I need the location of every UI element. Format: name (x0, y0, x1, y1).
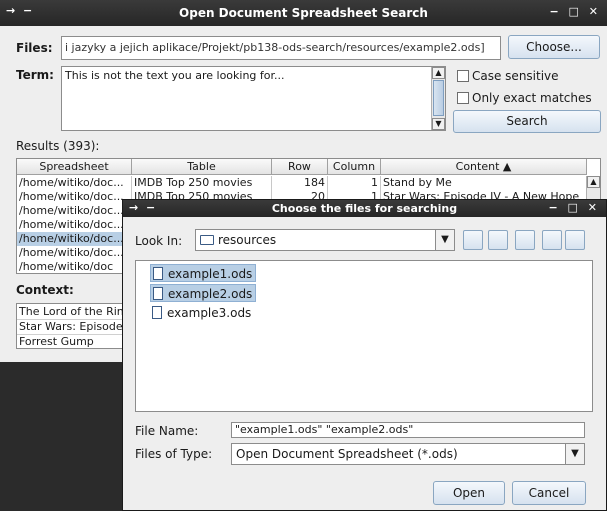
main-titlebar: → − Open Document Spreadsheet Search − □… (0, 0, 607, 26)
results-label: Results (393): (16, 139, 100, 153)
cell-column: 1 (328, 176, 381, 190)
list-item[interactable]: Star Wars: Episode (17, 320, 125, 335)
files-of-type-value: Open Document Spreadsheet (*.ods) (236, 447, 458, 461)
cell-spreadsheet: /home/witiko/doc... (17, 218, 132, 232)
look-in-combo[interactable]: resources ▼ (195, 229, 455, 251)
choose-button[interactable]: Choose... (508, 35, 600, 59)
cell-spreadsheet: /home/witiko/doc (17, 260, 132, 273)
files-field-value: i jazyky a jejich aplikace/Projekt/pb138… (65, 41, 485, 54)
open-button[interactable]: Open (433, 481, 505, 505)
context-text: Forrest Gump (19, 335, 94, 348)
term-label: Term: (16, 68, 54, 82)
term-value: This is not the text you are looking for… (65, 69, 285, 82)
term-scrollbar[interactable]: ▲ ▼ (431, 67, 445, 130)
file-name: example2.ods (168, 287, 253, 301)
cell-spreadsheet: /home/witiko/doc... (17, 204, 132, 218)
file-icon (152, 306, 162, 319)
file-item-example1[interactable]: example1.ods (150, 264, 257, 282)
look-in-value: resources (218, 233, 277, 247)
column-header-spreadsheet[interactable]: Spreadsheet (17, 159, 132, 175)
case-sensitive-checkbox[interactable] (457, 70, 469, 82)
file-chooser-dialog: → − Choose the files for searching − □ ✕… (122, 199, 607, 511)
files-of-type-label: Files of Type: (135, 447, 213, 461)
file-item-example2[interactable]: example2.ods (150, 284, 257, 302)
scroll-down-icon[interactable]: ▼ (432, 118, 445, 130)
files-of-type-select[interactable]: Open Document Spreadsheet (*.ods) ▼ (231, 443, 585, 465)
cell-spreadsheet: /home/witiko/doc... (17, 176, 132, 190)
term-scroll-thumb[interactable] (433, 80, 444, 116)
column-header-table[interactable]: Table (132, 159, 272, 175)
cell-table: IMDB Top 250 movies (132, 176, 272, 190)
file-name: example3.ods (167, 306, 252, 320)
list-item[interactable]: Forrest Gump (17, 335, 125, 348)
file-name-value: "example1.ods" "example2.ods" (235, 423, 414, 436)
dialog-titlebar: → − Choose the files for searching − □ ✕ (123, 200, 606, 217)
file-name-label: File Name: (135, 424, 199, 438)
context-label: Context: (16, 283, 74, 297)
exact-matches-checkbox[interactable] (457, 92, 469, 104)
folder-icon (200, 235, 214, 245)
cell-row: 184 (272, 176, 328, 190)
list-item[interactable]: The Lord of the Rin (17, 305, 125, 320)
column-header-content[interactable]: Content ▲ (381, 159, 587, 175)
file-name-input[interactable]: "example1.ods" "example2.ods" (231, 422, 585, 438)
cell-spreadsheet: /home/witiko/doc... (17, 246, 132, 260)
case-sensitive-label: Case sensitive (472, 69, 559, 83)
chevron-down-icon[interactable]: ▼ (565, 444, 584, 464)
scroll-up-icon[interactable]: ▲ (587, 176, 600, 188)
column-header-row[interactable]: Row (272, 159, 328, 175)
chevron-down-icon[interactable]: ▼ (435, 230, 454, 250)
dialog-title: Choose the files for searching (271, 202, 458, 215)
files-field[interactable]: i jazyky a jejich aplikace/Projekt/pb138… (61, 36, 501, 60)
file-list[interactable]: example1.ods example2.ods example3.ods (135, 260, 593, 412)
main-window-title: Open Document Spreadsheet Search (179, 6, 428, 20)
look-in-label: Look In: (135, 234, 183, 248)
search-button[interactable]: Search (453, 110, 601, 133)
files-label: Files: (16, 41, 53, 55)
table-row[interactable]: /home/witiko/doc... IMDB Top 250 movies … (17, 176, 600, 190)
cell-spreadsheet: /home/witiko/doc... (17, 190, 132, 204)
exact-matches-label: Only exact matches (472, 91, 592, 105)
term-textarea[interactable]: This is not the text you are looking for… (61, 66, 446, 131)
column-header-column[interactable]: Column (328, 159, 381, 175)
dialog-title-right-controls[interactable]: − □ ✕ (549, 201, 601, 214)
main-title-right-controls[interactable]: − □ ✕ (550, 5, 602, 18)
details-view-icon[interactable] (565, 230, 585, 250)
scroll-up-icon[interactable]: ▲ (432, 67, 445, 79)
file-item-example3[interactable]: example3.ods (150, 304, 254, 322)
up-folder-icon[interactable] (463, 230, 483, 250)
cell-spreadsheet: /home/witiko/doc... (17, 232, 132, 246)
context-text: Star Wars: Episode (19, 320, 123, 333)
context-text: The Lord of the Rin (19, 305, 124, 318)
list-view-icon[interactable] (542, 230, 562, 250)
file-name: example1.ods (168, 267, 253, 281)
cancel-button[interactable]: Cancel (512, 481, 586, 505)
context-table[interactable]: The Lord of the Rin Star Wars: Episode F… (16, 303, 126, 349)
new-folder-icon[interactable] (515, 230, 535, 250)
cell-content: Stand by Me (381, 176, 587, 190)
home-icon[interactable] (488, 230, 508, 250)
file-icon (153, 287, 163, 300)
file-icon (153, 267, 163, 280)
